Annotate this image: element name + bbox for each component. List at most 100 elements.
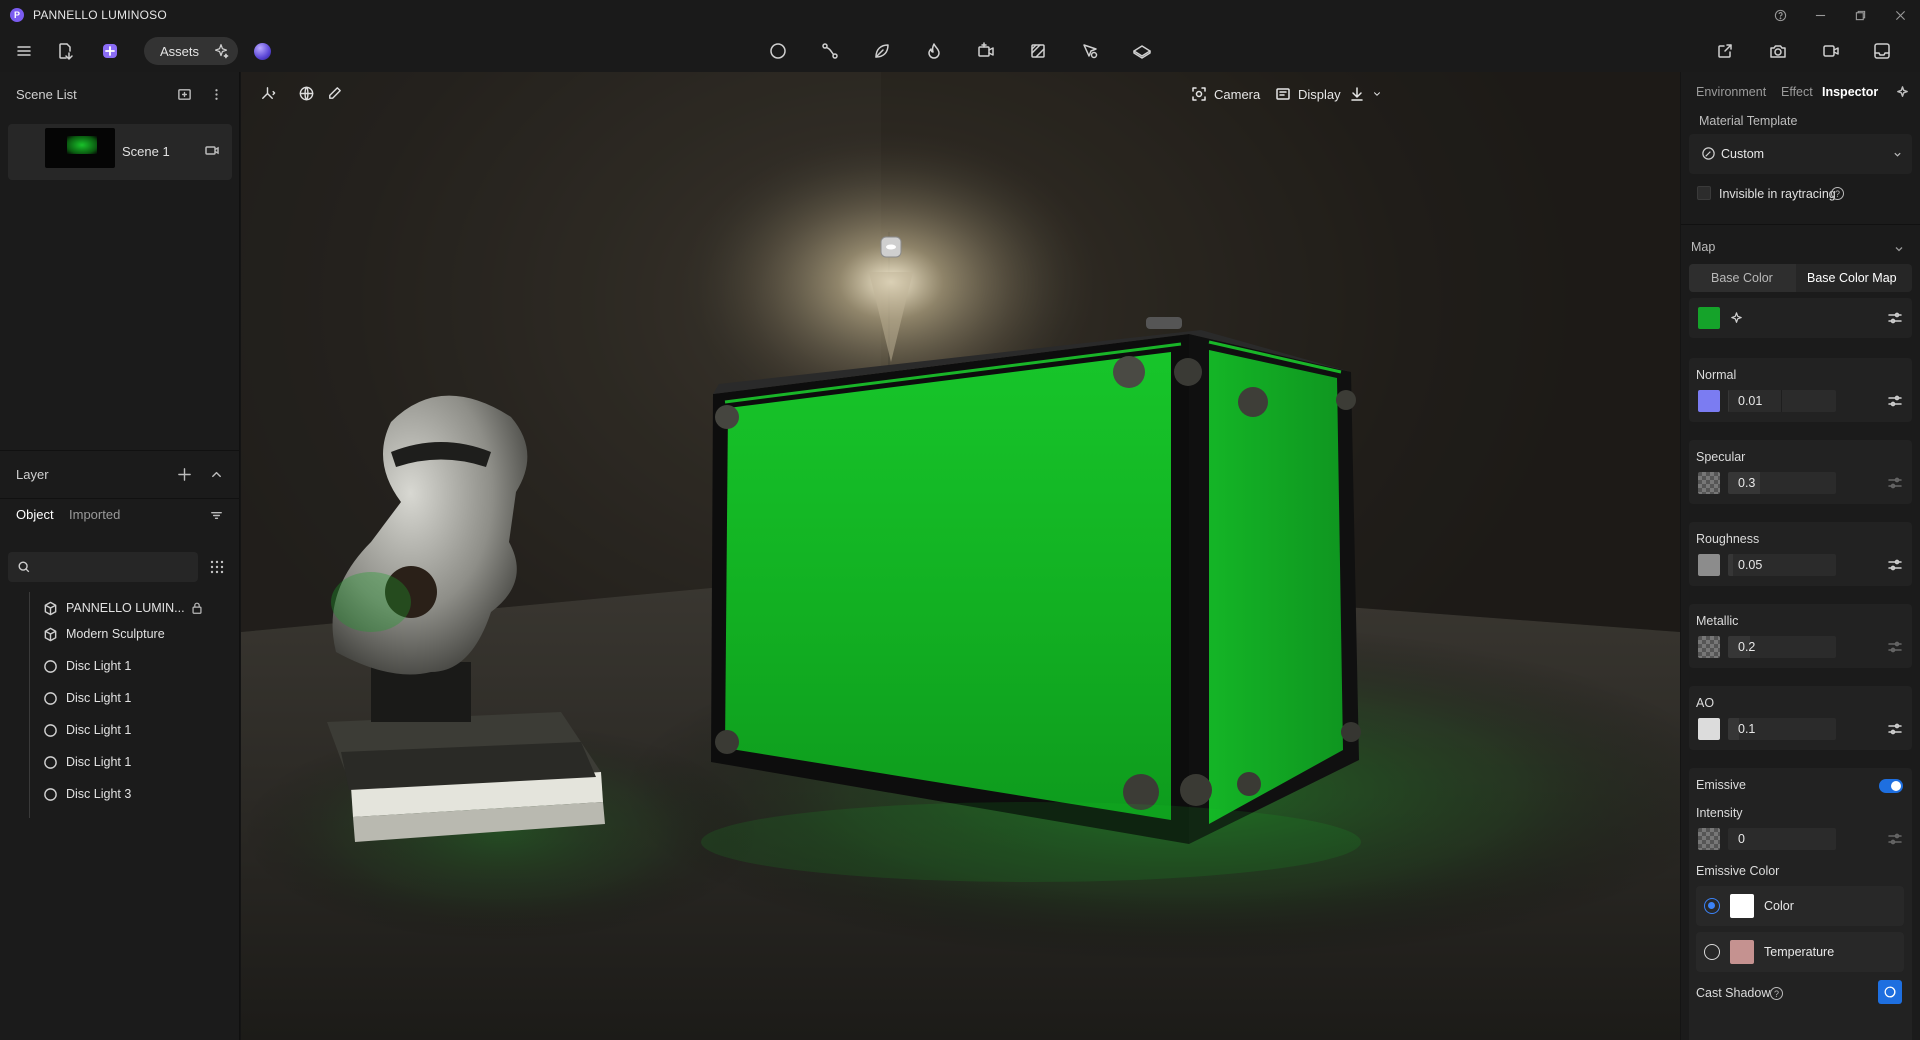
camera-icon[interactable] — [1762, 35, 1794, 67]
layer-item[interactable]: Disc Light 1 — [42, 746, 232, 778]
ai-plus-icon[interactable] — [94, 35, 126, 67]
import-file-icon[interactable] — [49, 35, 81, 67]
layer-item[interactable]: Modern Sculpture — [42, 618, 232, 650]
specular-map-swatch[interactable] — [1698, 472, 1720, 494]
adjust-icon[interactable] — [1887, 557, 1905, 575]
add-scene-icon[interactable] — [174, 84, 194, 104]
intensity-value-field[interactable]: 0 — [1728, 828, 1836, 850]
transform-gizmo-icon[interactable] — [254, 80, 280, 106]
globe-icon[interactable] — [293, 80, 319, 106]
sphere-icon[interactable] — [762, 35, 794, 67]
minimize-button[interactable] — [1800, 0, 1840, 30]
specular-value-field[interactable]: 0.3 — [1728, 472, 1836, 494]
lock-icon[interactable] — [190, 601, 204, 615]
adjust-icon[interactable] — [1887, 639, 1905, 657]
material-template-label: Material Template — [1699, 114, 1798, 128]
material-orb-icon[interactable] — [254, 43, 271, 60]
tab-base-color-label: Base Color — [1711, 271, 1773, 285]
left-panel: Scene List Scene 1 Layer Object Imported — [0, 72, 240, 1040]
video-icon[interactable] — [1815, 35, 1847, 67]
tab-object[interactable]: Object — [16, 507, 54, 522]
color-option-label: Color — [1764, 899, 1794, 913]
adjust-icon[interactable] — [1887, 475, 1905, 493]
metallic-value-field[interactable]: 0.2 — [1728, 636, 1836, 658]
tab-environment[interactable]: Environment — [1696, 85, 1766, 99]
brush-icon — [1702, 147, 1715, 160]
collapse-icon[interactable] — [206, 464, 226, 484]
layer-item[interactable]: Disc Light 1 — [42, 682, 232, 714]
help-icon[interactable] — [1760, 0, 1800, 30]
roughness-value-field[interactable]: 0.05 — [1728, 554, 1836, 576]
material-icon[interactable] — [1022, 35, 1054, 67]
base-color-row — [1689, 298, 1912, 338]
add-layer-icon[interactable] — [174, 464, 194, 484]
ao-section: AO 0.1 — [1689, 686, 1912, 750]
normal-value-field[interactable]: 0.01 — [1728, 390, 1836, 412]
snap-menu-button[interactable] — [1349, 82, 1389, 106]
base-color-swatch[interactable] — [1698, 307, 1720, 329]
adjust-icon[interactable] — [1887, 310, 1905, 328]
close-button[interactable] — [1880, 0, 1920, 30]
ao-value: 0.1 — [1738, 722, 1756, 736]
cast-shadow-button[interactable] — [1878, 980, 1902, 1004]
color-radio[interactable] — [1704, 898, 1720, 914]
color-option[interactable]: Color — [1696, 886, 1904, 926]
more-options-icon[interactable] — [206, 84, 226, 104]
layer-item-label: PANNELLO LUMIN... — [66, 601, 185, 615]
camera-menu-button[interactable]: Camera — [1191, 82, 1260, 106]
adjust-icon[interactable] — [1887, 831, 1905, 849]
search-input[interactable] — [36, 552, 192, 582]
sparkle-icon — [214, 44, 229, 59]
sparkle-icon[interactable] — [1729, 311, 1744, 326]
intensity-map-swatch[interactable] — [1698, 828, 1720, 850]
plane-icon[interactable] — [1126, 35, 1158, 67]
temperature-option[interactable]: Temperature — [1696, 932, 1904, 972]
cursor-icon[interactable] — [1074, 35, 1106, 67]
export-icon[interactable] — [1866, 35, 1898, 67]
chevron-down-icon[interactable] — [1894, 244, 1904, 254]
emissive-toggle[interactable] — [1879, 779, 1903, 793]
emissive-color-swatch[interactable] — [1730, 894, 1754, 918]
filter-icon[interactable] — [206, 505, 226, 525]
restore-button[interactable] — [1840, 0, 1880, 30]
menu-icon[interactable] — [8, 35, 40, 67]
chevron-down-icon — [1894, 152, 1901, 157]
adjust-icon[interactable] — [1887, 393, 1905, 411]
tab-base-color-map[interactable]: Base Color Map — [1807, 271, 1897, 285]
layer-item[interactable]: Disc Light 1 — [42, 650, 232, 682]
scene-item[interactable]: Scene 1 — [8, 124, 232, 180]
fire-icon[interactable] — [918, 35, 950, 67]
camera-add-icon[interactable] — [970, 35, 1002, 67]
layer-item[interactable]: Disc Light 3 — [42, 778, 232, 810]
assets-button[interactable]: Assets — [144, 37, 238, 65]
temperature-radio[interactable] — [1704, 944, 1720, 960]
layer-item-label: Disc Light 3 — [66, 787, 132, 801]
metallic-map-swatch[interactable] — [1698, 636, 1720, 658]
invisible-raytracing-label: Invisible in raytracing — [1719, 187, 1836, 201]
ai-assist-icon[interactable] — [1892, 82, 1912, 102]
ao-map-swatch[interactable] — [1698, 718, 1720, 740]
inspector-panel: Environment Effect Inspector Material Te… — [1681, 72, 1920, 1040]
adjust-icon[interactable] — [1887, 721, 1905, 739]
scene-thumbnail — [45, 128, 115, 168]
material-template-select[interactable]: Custom — [1689, 134, 1912, 174]
help-icon[interactable]: ? — [1831, 187, 1844, 200]
path-icon[interactable] — [814, 35, 846, 67]
grid-icon[interactable] — [206, 556, 228, 578]
leaf-icon[interactable] — [866, 35, 898, 67]
eyedropper-icon[interactable] — [321, 80, 347, 106]
temperature-color-swatch[interactable] — [1730, 940, 1754, 964]
ao-value-field[interactable]: 0.1 — [1728, 718, 1836, 740]
layer-item[interactable]: Disc Light 1 — [42, 714, 232, 746]
normal-map-swatch[interactable] — [1698, 390, 1720, 412]
scene-camera-icon[interactable] — [204, 142, 224, 162]
roughness-map-swatch[interactable] — [1698, 554, 1720, 576]
display-menu-button[interactable]: Display — [1275, 82, 1341, 106]
tab-imported[interactable]: Imported — [69, 507, 120, 522]
help-icon[interactable]: ? — [1770, 987, 1783, 1000]
invisible-raytracing-checkbox[interactable] — [1697, 186, 1711, 200]
share-icon[interactable] — [1709, 35, 1741, 67]
tab-inspector[interactable]: Inspector — [1822, 85, 1878, 99]
tab-effect[interactable]: Effect — [1781, 85, 1813, 99]
3d-viewport[interactable]: Camera Display — [241, 72, 1680, 1040]
